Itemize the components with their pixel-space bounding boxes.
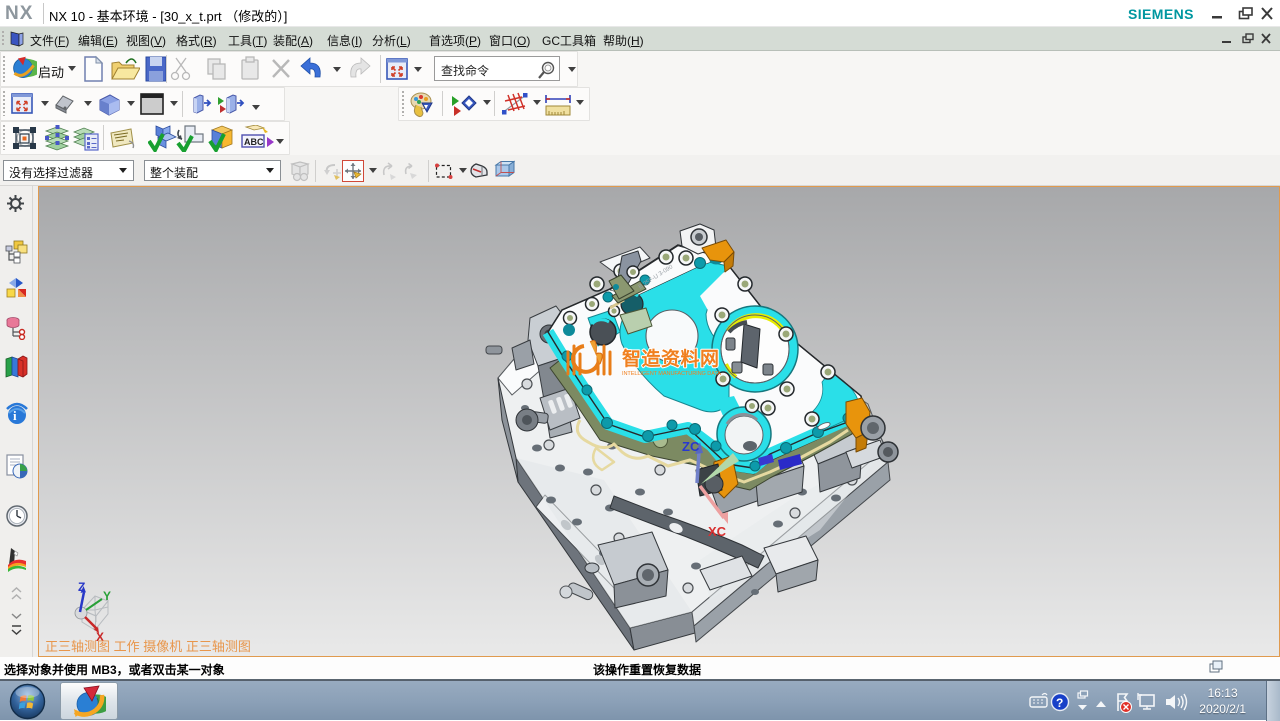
svg-text:INTELLIGENT MANUFACTURING DATA: INTELLIGENT MANUFACTURING DATA — [622, 371, 721, 377]
svg-text:ABC: ABC — [244, 137, 264, 147]
svg-text:ZC: ZC — [682, 439, 700, 454]
svg-text:XC: XC — [708, 524, 727, 539]
svg-text:正三轴测图 工作 摄像机 正三轴测图: 正三轴测图 工作 摄像机 正三轴测图 — [45, 639, 251, 654]
svg-text:?: ? — [1056, 696, 1063, 710]
svg-text:Y: Y — [103, 589, 111, 603]
svg-text:智造资料网: 智造资料网 — [622, 347, 720, 370]
svg-text:Z: Z — [78, 580, 85, 594]
